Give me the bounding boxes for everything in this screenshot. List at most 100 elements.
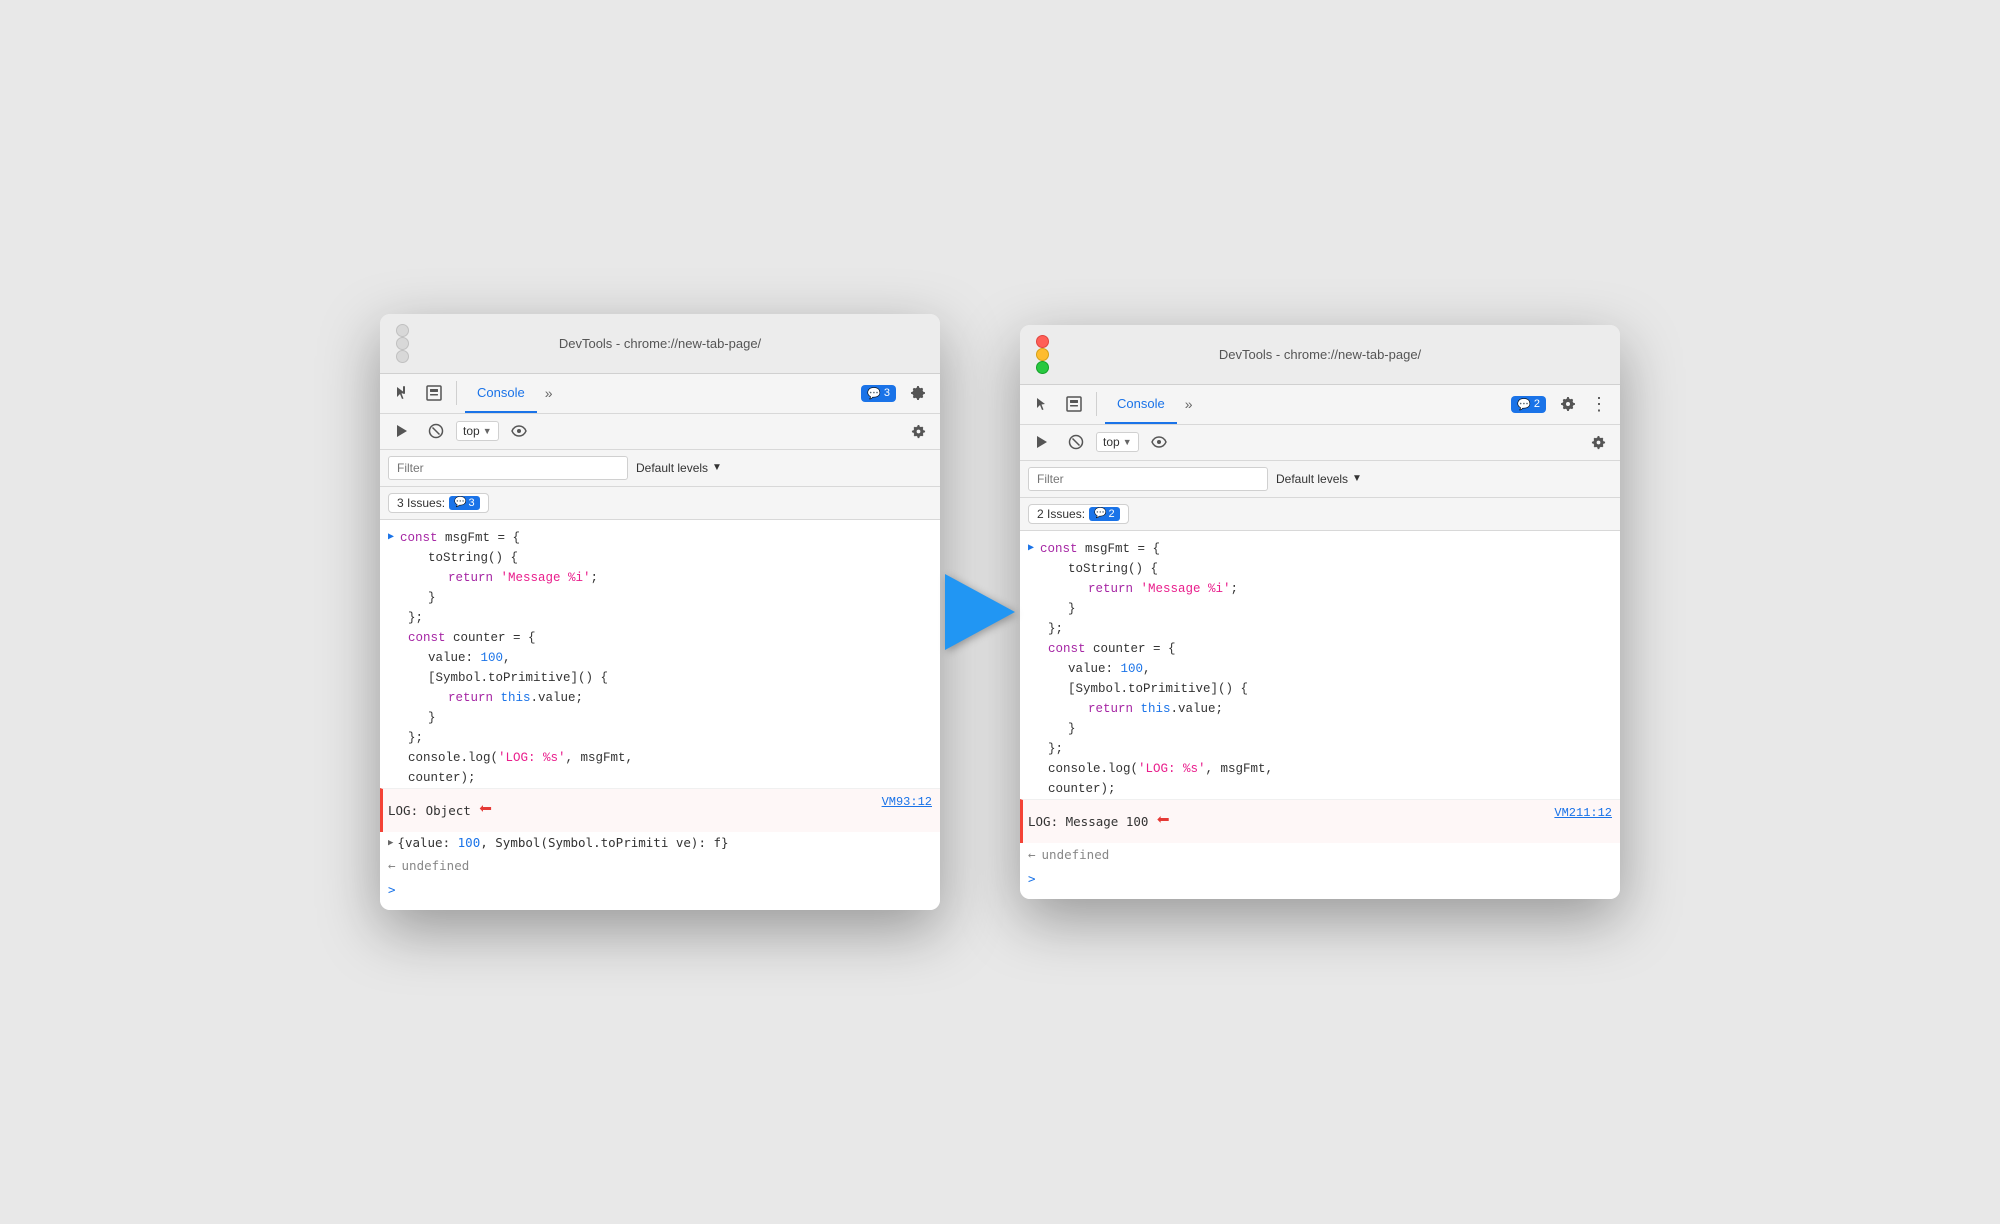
left-less-than: ← xyxy=(388,856,396,876)
left-filter-bar: Default levels ▼ xyxy=(380,450,940,487)
left-traffic-lights xyxy=(396,324,409,363)
left-code-line-7: value: 100, xyxy=(380,648,940,668)
left-main-toolbar: Console » 💬 3 xyxy=(380,374,940,414)
right-maximize-button[interactable] xyxy=(1036,361,1049,374)
right-more-options[interactable]: ⋮ xyxy=(1586,394,1612,415)
left-issues-badge[interactable]: 💬 3 xyxy=(861,385,896,402)
right-main-toolbar: Console » 💬 2 ⋮ xyxy=(1020,385,1620,425)
left-minimize-button[interactable] xyxy=(396,337,409,350)
left-console-tab[interactable]: Console xyxy=(465,373,537,413)
right-traffic-lights xyxy=(1036,335,1049,374)
right-code-line-5: }; xyxy=(1020,619,1620,639)
right-log-text: LOG: Message 100 xyxy=(1028,812,1148,832)
right-divider-1 xyxy=(1096,392,1097,416)
right-code-line-2: toString() { xyxy=(1020,559,1620,579)
right-code-line-1: ▶ const msgFmt = { xyxy=(1020,539,1620,559)
left-eye-icon[interactable] xyxy=(505,417,533,445)
left-clear-icon[interactable] xyxy=(422,417,450,445)
right-red-arrow: ⬅ xyxy=(1156,804,1169,839)
right-context-selector[interactable]: top ▼ xyxy=(1096,432,1139,452)
right-prompt[interactable]: > xyxy=(1020,867,1620,891)
left-code-line-11: }; xyxy=(380,728,940,748)
right-code-line-11: }; xyxy=(1020,739,1620,759)
left-log-text: LOG: Object xyxy=(388,801,471,821)
left-elements-icon[interactable] xyxy=(420,379,448,407)
right-more-tabs[interactable]: » xyxy=(1181,396,1197,412)
right-cursor-icon[interactable] xyxy=(1028,390,1056,418)
right-settings-icon[interactable] xyxy=(1554,390,1582,418)
right-devtools-window: DevTools - chrome://new-tab-page/ Consol… xyxy=(1020,325,1620,899)
right-clear-icon[interactable] xyxy=(1062,428,1090,456)
left-code-line-6: const counter = { xyxy=(380,628,940,648)
right-console-tab[interactable]: Console xyxy=(1105,384,1177,424)
left-obj-line: ▶ {value: 100, Symbol(Symbol.toPrimiti v… xyxy=(380,832,940,854)
left-default-levels[interactable]: Default levels ▼ xyxy=(636,461,722,475)
right-code-line-3: return 'Message %i'; xyxy=(1020,579,1620,599)
right-code-line-13: counter); xyxy=(1020,779,1620,799)
right-settings-gear-icon[interactable] xyxy=(1584,428,1612,456)
comparison-scene: DevTools - chrome://new-tab-page/ Consol… xyxy=(380,314,1620,910)
left-settings-icon[interactable] xyxy=(904,379,932,407)
right-issues-badge[interactable]: 💬 2 xyxy=(1511,396,1546,413)
left-context-selector[interactable]: top ▼ xyxy=(456,421,499,441)
left-code-line-3: return 'Message %i'; xyxy=(380,568,940,588)
left-top-label: top xyxy=(463,424,480,438)
right-code-line-8: [Symbol.toPrimitive]() { xyxy=(1020,679,1620,699)
right-code-line-9: return this.value; xyxy=(1020,699,1620,719)
right-run-icon[interactable] xyxy=(1028,428,1056,456)
right-secondary-toolbar: top ▼ xyxy=(1020,425,1620,461)
left-code-line-12: console.log('LOG: %s', msgFmt, xyxy=(380,748,940,768)
transition-arrow-container xyxy=(930,574,1030,650)
left-code-line-9: return this.value; xyxy=(380,688,940,708)
right-filter-bar: Default levels ▼ xyxy=(1020,461,1620,498)
right-title-bar: DevTools - chrome://new-tab-page/ xyxy=(1020,325,1620,385)
left-run-icon[interactable] xyxy=(388,417,416,445)
left-issues-bar: 3 Issues: 💬 3 xyxy=(380,487,940,520)
left-devtools-window: DevTools - chrome://new-tab-page/ Consol… xyxy=(380,314,940,910)
right-levels-chevron: ▼ xyxy=(1352,473,1362,484)
right-selector-chevron: ▼ xyxy=(1123,437,1132,447)
left-vm-ref[interactable]: VM93:12 xyxy=(882,793,932,812)
left-code-line-2: toString() { xyxy=(380,548,940,568)
right-expand-arrow[interactable]: ▶ xyxy=(1028,541,1034,557)
left-maximize-button[interactable] xyxy=(396,350,409,363)
left-prompt[interactable]: > xyxy=(380,878,940,902)
right-code-line-10: } xyxy=(1020,719,1620,739)
right-close-button[interactable] xyxy=(1036,335,1049,348)
left-issues-count: 3 xyxy=(468,497,474,509)
right-code-line-12: console.log('LOG: %s', msgFmt, xyxy=(1020,759,1620,779)
right-minimize-button[interactable] xyxy=(1036,348,1049,361)
left-cursor-icon[interactable] xyxy=(388,379,416,407)
right-elements-icon[interactable] xyxy=(1060,390,1088,418)
right-filter-input[interactable] xyxy=(1028,467,1268,491)
right-console-content: ▶ const msgFmt = { toString() { return '… xyxy=(1020,531,1620,899)
left-issues-button[interactable]: 3 Issues: 💬 3 xyxy=(388,493,489,513)
left-secondary-toolbar: top ▼ xyxy=(380,414,940,450)
left-code-line-5: }; xyxy=(380,608,940,628)
left-levels-chevron: ▼ xyxy=(712,462,722,473)
left-console-content: ▶ const msgFmt = { toString() { return '… xyxy=(380,520,940,910)
left-code-line-8: [Symbol.toPrimitive]() { xyxy=(380,668,940,688)
left-code-line-4: } xyxy=(380,588,940,608)
left-obj-expand[interactable]: ▶ xyxy=(388,836,393,850)
right-eye-icon[interactable] xyxy=(1145,428,1173,456)
right-issues-label: 2 Issues: xyxy=(1037,507,1085,521)
left-filter-input[interactable] xyxy=(388,456,628,480)
right-default-levels[interactable]: Default levels ▼ xyxy=(1276,472,1362,486)
right-issues-count: 2 xyxy=(1108,508,1114,520)
left-code-line-10: } xyxy=(380,708,940,728)
left-expand-arrow[interactable]: ▶ xyxy=(388,530,394,546)
right-issues-count-badge: 💬 2 xyxy=(1089,507,1120,521)
left-title-bar: DevTools - chrome://new-tab-page/ xyxy=(380,314,940,374)
right-issues-button[interactable]: 2 Issues: 💬 2 xyxy=(1028,504,1129,524)
right-vm-ref[interactable]: VM211:12 xyxy=(1554,804,1612,823)
left-code-body-1: const msgFmt = { xyxy=(400,528,932,548)
left-badge-icon: 💬 xyxy=(867,387,881,400)
left-settings-gear-icon[interactable] xyxy=(904,417,932,445)
right-badge-count: 2 xyxy=(1534,398,1540,410)
left-code-line-13: counter); xyxy=(380,768,940,788)
left-close-button[interactable] xyxy=(396,324,409,337)
left-more-tabs[interactable]: » xyxy=(541,385,557,401)
right-badge-icon: 💬 xyxy=(1517,398,1531,411)
left-undefined-line: ← undefined xyxy=(380,854,940,878)
